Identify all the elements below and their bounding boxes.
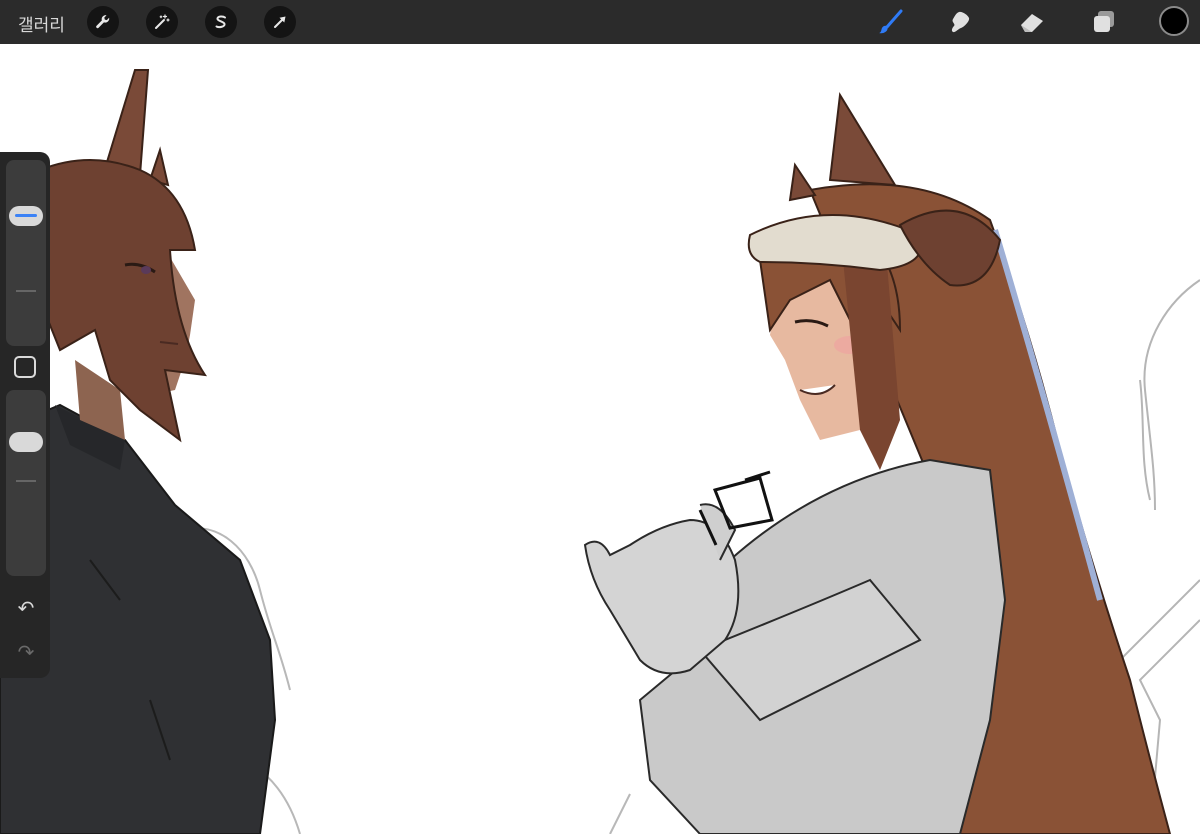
modify-square-icon[interactable] bbox=[14, 356, 36, 378]
brush-icon bbox=[879, 9, 903, 34]
slider-tick bbox=[16, 290, 36, 292]
redo-icon[interactable]: ↷ bbox=[13, 642, 39, 664]
magic-wand-icon bbox=[155, 14, 170, 29]
eraser-icon bbox=[1021, 14, 1043, 32]
wrench-icon bbox=[96, 15, 110, 29]
slider-tick bbox=[16, 480, 36, 482]
artwork bbox=[0, 69, 1200, 834]
adjustments-button[interactable] bbox=[146, 6, 178, 38]
smudge-icon bbox=[951, 11, 970, 33]
opacity-slider[interactable] bbox=[6, 390, 46, 576]
right-character bbox=[583, 92, 1172, 834]
undo-icon[interactable]: ↶ bbox=[13, 598, 39, 620]
left-sidebar: ↶ ↷ bbox=[0, 152, 50, 678]
brush-size-slider[interactable] bbox=[6, 160, 46, 346]
smudge-tool-button[interactable] bbox=[943, 6, 979, 38]
selection-button[interactable] bbox=[205, 6, 237, 38]
layers-icon bbox=[1094, 11, 1114, 32]
color-picker-button[interactable] bbox=[1159, 6, 1189, 36]
opacity-thumb[interactable] bbox=[9, 431, 43, 452]
transform-button[interactable] bbox=[264, 6, 296, 38]
layers-tool-button[interactable] bbox=[1086, 6, 1122, 38]
eraser-tool-button[interactable] bbox=[1014, 6, 1050, 38]
brush-size-thumb[interactable] bbox=[9, 206, 43, 227]
gallery-button[interactable]: 갤러리 bbox=[18, 11, 65, 36]
arrow-cursor-icon bbox=[274, 16, 286, 28]
top-toolbar: 갤러리 bbox=[0, 0, 1200, 44]
selection-s-icon bbox=[215, 15, 226, 29]
drawing-canvas[interactable] bbox=[0, 44, 1200, 834]
brush-tool-button[interactable] bbox=[872, 6, 908, 38]
actions-button[interactable] bbox=[87, 6, 119, 38]
